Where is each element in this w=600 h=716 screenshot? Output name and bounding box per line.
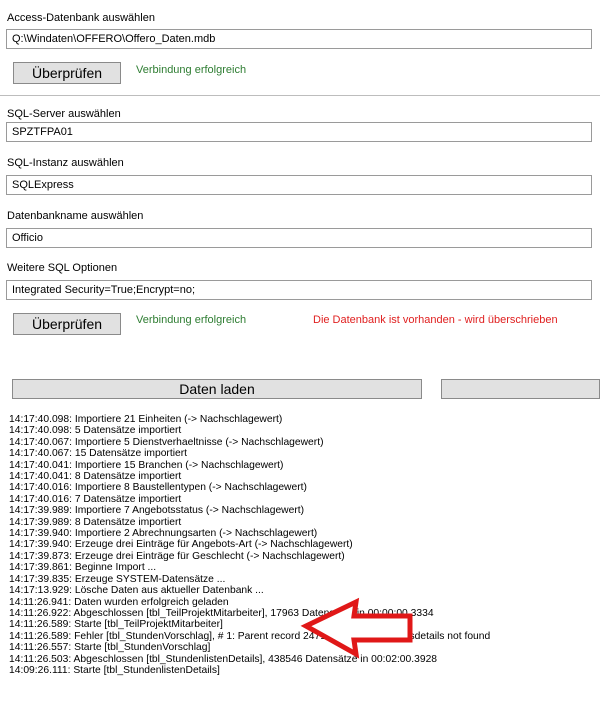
- red-arrow-annotation: [300, 597, 413, 659]
- sql-options-input[interactable]: Integrated Security=True;Encrypt=no;: [6, 280, 592, 300]
- section-separator: [0, 95, 600, 96]
- access-check-button[interactable]: Überprüfen: [13, 62, 121, 84]
- load-data-button[interactable]: Daten laden: [12, 379, 422, 399]
- log-line: 14:17:39.989: 8 Datensätze importiert: [9, 516, 182, 528]
- db-exists-warning: Die Datenbank ist vorhanden - wird übers…: [313, 314, 558, 326]
- sql-instance-label: SQL-Instanz auswählen: [7, 157, 124, 169]
- log-line: 14:17:40.041: 8 Datensätze importiert: [9, 471, 182, 483]
- secondary-button[interactable]: [441, 379, 600, 399]
- log-line: 14:17:40.016: Importiere 8 Baustellentyp…: [9, 482, 307, 494]
- access-db-path-input[interactable]: Q:\Windaten\OFFERO\Offero_Daten.mdb: [6, 29, 592, 49]
- db-name-label: Datenbankname auswählen: [7, 210, 144, 222]
- sql-server-label: SQL-Server auswählen: [7, 108, 121, 120]
- sql-server-input[interactable]: SPZTFPA01: [6, 122, 592, 142]
- log-output: 14:17:40.098: Importiere 21 Einheiten (-…: [9, 414, 597, 716]
- sql-status-text: Verbindung erfolgreich: [136, 314, 247, 326]
- db-name-input[interactable]: Officio: [6, 228, 592, 248]
- log-line: 14:17:40.067: 15 Datensätze importiert: [9, 448, 188, 460]
- log-line: 14:17:40.067: Importiere 5 Dienstverhael…: [9, 436, 324, 448]
- access-db-label: Access-Datenbank auswählen: [7, 12, 155, 24]
- log-line: 14:17:40.041: Importiere 15 Branchen (->…: [9, 459, 284, 471]
- log-line: 14:17:39.873: Erzeuge drei Einträge für …: [9, 550, 345, 562]
- sql-check-button[interactable]: Überprüfen: [13, 313, 121, 335]
- log-line: 14:17:39.989: Importiere 7 Angebotsstatu…: [9, 505, 305, 517]
- log-line: 14:17:40.098: Importiere 21 Einheiten (-…: [9, 414, 283, 425]
- log-line: 14:17:40.016: 7 Datensätze importiert: [9, 493, 182, 505]
- log-line: 14:17:39.940: Erzeuge drei Einträge für …: [9, 539, 353, 551]
- sql-instance-input[interactable]: SQLExpress: [6, 175, 592, 195]
- log-line: 14:17:13.929: Lösche Daten aus aktueller…: [9, 585, 264, 597]
- log-line: 14:17:39.861: Beginne Import ...: [9, 562, 157, 574]
- log-line: 14:17:39.835: Erzeuge SYSTEM-Datensätze …: [9, 573, 226, 585]
- access-status-text: Verbindung erfolgreich: [136, 64, 247, 76]
- log-line: 14:17:39.940: Importiere 2 Abrechnungsar…: [9, 528, 318, 540]
- sql-options-label: Weitere SQL Optionen: [7, 262, 118, 274]
- log-line: 14:09:26.111: Starte [tbl_StundenlistenD…: [9, 664, 220, 676]
- log-line: 14:17:40.098: 5 Datensätze importiert: [9, 425, 182, 437]
